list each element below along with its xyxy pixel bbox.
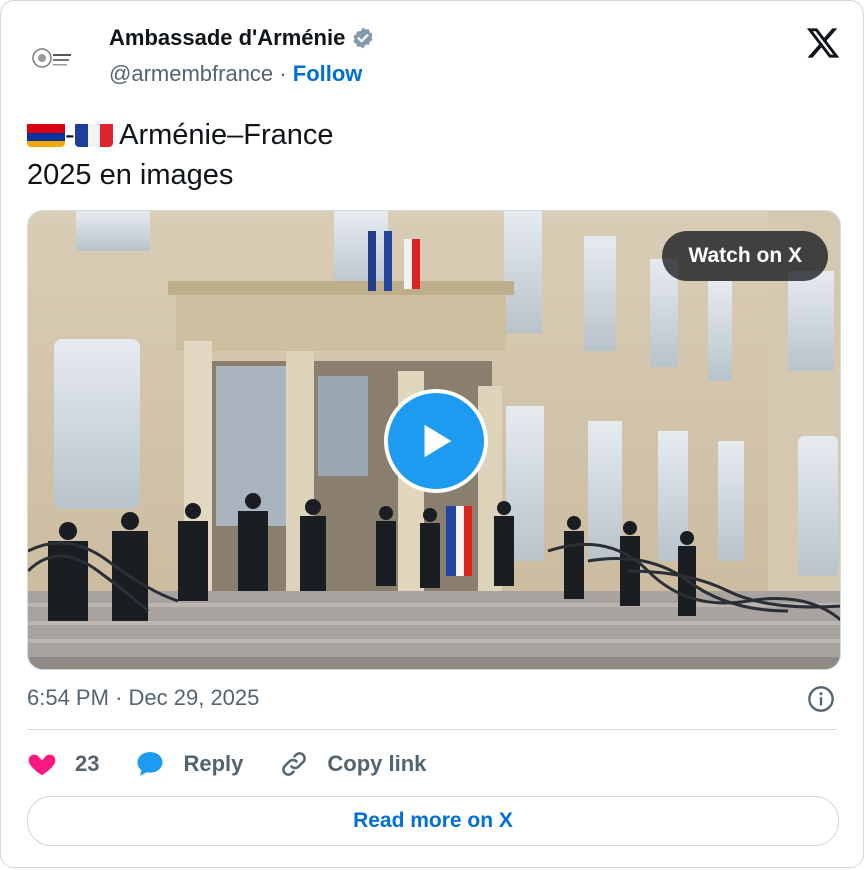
like-button[interactable]: 23 <box>27 749 99 779</box>
likes-count: 23 <box>75 751 100 776</box>
play-icon <box>424 424 452 458</box>
heart-icon <box>28 754 56 776</box>
link-icon <box>282 752 307 776</box>
time-separator: · <box>115 685 123 710</box>
tweet-header: Ambassade d'Arménie @armembfrance · Foll… <box>27 25 843 95</box>
tweet-time[interactable]: 6:54 PM <box>27 685 109 710</box>
follow-button[interactable]: Follow <box>293 61 363 86</box>
timestamp-row: 6:54 PM · Dec 29, 2025 <box>27 685 837 715</box>
divider <box>27 729 837 730</box>
avatar[interactable] <box>27 37 75 85</box>
embassy-logo-icon <box>32 48 71 68</box>
play-button[interactable] <box>384 389 488 493</box>
handle-row: @armembfrance · Follow <box>109 61 375 87</box>
info-icon[interactable] <box>807 685 835 713</box>
copy-link-label: Copy link <box>327 751 427 776</box>
armenia-flag-icon <box>27 121 65 147</box>
tweet-date[interactable]: Dec 29, 2025 <box>129 685 260 710</box>
reply-label: Reply <box>183 751 244 776</box>
x-logo-icon[interactable] <box>805 25 841 61</box>
flag-separator: - <box>65 119 75 151</box>
watch-on-x-button[interactable]: Watch on X <box>662 231 828 281</box>
timestamp-link[interactable]: 6:54 PM · Dec 29, 2025 <box>27 685 259 711</box>
reply-button[interactable]: Reply <box>135 749 243 779</box>
video-player[interactable]: Watch on X <box>27 210 841 670</box>
action-bar: 23 Reply Copy link <box>27 746 462 782</box>
handle-separator: · <box>279 61 287 86</box>
verified-badge-icon <box>353 27 373 49</box>
copy-link-button[interactable]: Copy link <box>279 749 426 779</box>
tweet-title: Arménie–France <box>119 119 334 151</box>
france-flag-icon <box>74 121 113 147</box>
tweet-text: - Arménie–France 2025 en images <box>27 115 334 195</box>
author-block: Ambassade d'Arménie @armembfrance · Foll… <box>109 25 375 87</box>
read-more-button[interactable]: Read more on X <box>27 796 839 846</box>
tweet-line-1: - Arménie–France <box>27 115 334 155</box>
author-handle[interactable]: @armembfrance <box>109 61 273 86</box>
tweet-card: Ambassade d'Arménie @armembfrance · Foll… <box>0 0 864 868</box>
author-name-row[interactable]: Ambassade d'Arménie <box>109 25 375 51</box>
tweet-line-2: 2025 en images <box>27 159 234 191</box>
speech-bubble-icon <box>137 752 163 776</box>
author-name[interactable]: Ambassade d'Arménie <box>109 25 345 51</box>
